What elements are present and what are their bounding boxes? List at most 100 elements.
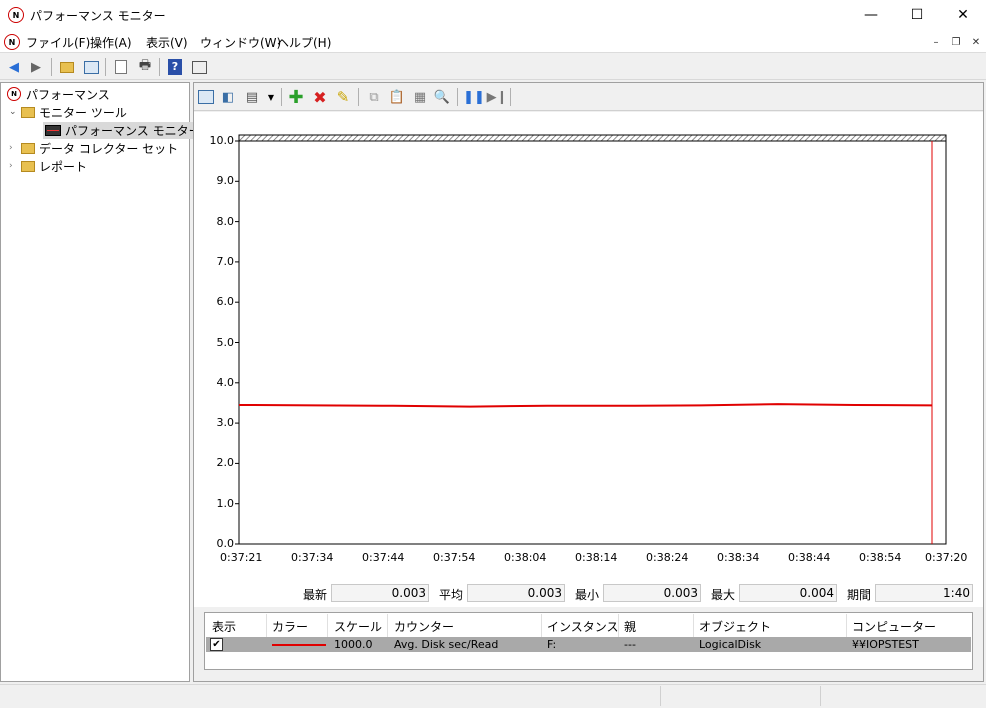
highlight-pencil-icon[interactable]: ✎: [334, 88, 352, 106]
maximize-button[interactable]: ☐: [894, 0, 940, 30]
row-computer: ¥¥IOPSTEST: [852, 638, 919, 651]
window-title: パフォーマンス モニター: [30, 9, 166, 23]
mdi-minimize-button[interactable]: –: [928, 34, 944, 50]
chevron-down-icon[interactable]: ⌄: [9, 107, 21, 117]
column-header-color[interactable]: カラー: [272, 618, 308, 635]
toolbar-separator: [510, 88, 511, 106]
column-divider[interactable]: [693, 614, 694, 638]
maximum-label: 最大: [711, 588, 736, 602]
duration-label: 期間: [847, 588, 872, 602]
toolbar-separator: [105, 58, 106, 76]
change-graph-type-icon[interactable]: ▤: [243, 88, 261, 106]
show-checkbox[interactable]: ✔: [210, 638, 223, 651]
y-tick-label: 0.0: [216, 537, 235, 550]
column-header-scale[interactable]: スケール: [334, 618, 382, 635]
plot-frame: [238, 140, 947, 545]
y-tick-label: 4.0: [216, 375, 235, 389]
tree-item-label: パフォーマンス: [26, 87, 110, 102]
column-header-show[interactable]: 表示: [212, 618, 236, 635]
column-divider[interactable]: [618, 614, 619, 638]
column-header-counter[interactable]: カウンター: [394, 618, 454, 635]
pause-icon[interactable]: ❚❚: [463, 88, 485, 106]
average-label: 平均: [439, 588, 464, 602]
y-tick-label: 9.0: [216, 174, 235, 188]
column-divider[interactable]: [266, 614, 267, 638]
copy-properties-icon[interactable]: ⧉: [365, 88, 383, 106]
perfmon-app-icon: N: [8, 7, 24, 23]
perfmon-icon: N: [7, 87, 21, 101]
tree-item-performance[interactable]: N パフォーマンス: [1, 85, 189, 103]
forward-arrow-icon[interactable]: ▶: [27, 58, 45, 76]
view-current-activity-icon[interactable]: [197, 88, 215, 106]
toolbar-separator: [51, 58, 52, 76]
mdi-restore-button[interactable]: ❐: [948, 34, 964, 50]
minimize-button[interactable]: —: [848, 0, 894, 30]
latest-value: 0.003: [331, 584, 429, 602]
tree-item-data-collector-sets[interactable]: › データ コレクター セット: [1, 139, 189, 157]
mdi-close-button[interactable]: ✕: [968, 34, 984, 50]
graph-time-bar: [238, 134, 947, 142]
y-tick-label: 8.0: [216, 214, 235, 228]
y-tick-label: 3.0: [216, 416, 235, 430]
y-tick-label: 10.0: [209, 134, 235, 147]
close-button[interactable]: ✕: [940, 0, 986, 30]
zoom-icon[interactable]: 🔍: [433, 88, 451, 106]
export-list-icon[interactable]: [112, 58, 130, 76]
latest-label: 最新: [303, 588, 328, 602]
help-icon[interactable]: ?: [166, 58, 184, 76]
system-menu-icon[interactable]: N: [4, 34, 20, 50]
column-divider[interactable]: [541, 614, 542, 638]
add-counter-icon[interactable]: ✚: [287, 87, 305, 108]
y-tick-label: 6.0: [216, 295, 235, 309]
chevron-right-icon[interactable]: ›: [9, 161, 21, 171]
row-object: LogicalDisk: [699, 638, 762, 651]
x-tick-label: 0:38:54: [859, 551, 902, 564]
x-tick-label: 0:37:34: [291, 551, 334, 564]
report-folder-icon: [21, 160, 35, 172]
x-tick-label: 0:37:44: [362, 551, 405, 564]
menu-file[interactable]: ファイル(F): [26, 34, 90, 51]
x-tick-label: 0:38:44: [788, 551, 831, 564]
print-icon[interactable]: 🖶: [136, 58, 154, 76]
x-tick-label: 0:38:24: [646, 551, 689, 564]
back-arrow-icon[interactable]: ◀: [5, 58, 23, 76]
toolbar-separator: [281, 88, 282, 106]
x-tick-label: 0:38:04: [504, 551, 547, 564]
performance-graph: [235, 134, 947, 545]
folder-icon: [21, 106, 35, 118]
y-tick-label: 2.0: [216, 456, 235, 470]
menu-help[interactable]: ヘルプ(H): [277, 34, 331, 51]
properties-icon[interactable]: [190, 58, 208, 76]
column-header-instance[interactable]: インスタンス: [547, 618, 619, 635]
up-folder-icon[interactable]: [58, 58, 76, 76]
column-divider[interactable]: [846, 614, 847, 638]
row-scale: 1000.0: [334, 638, 373, 651]
status-bar: [0, 684, 986, 708]
view-log-data-icon[interactable]: ◧: [219, 88, 237, 106]
tree-item-performance-monitor[interactable]: パフォーマンス モニター: [1, 121, 203, 139]
properties-icon[interactable]: ▦: [411, 88, 429, 106]
column-divider[interactable]: [327, 614, 328, 638]
show-hide-tree-icon[interactable]: [82, 58, 100, 76]
toolbar-separator: [457, 88, 458, 106]
folder-icon: [21, 142, 35, 154]
column-header-computer[interactable]: コンピューター: [852, 618, 936, 635]
menu-window[interactable]: ウィンドウ(W): [200, 34, 281, 51]
average-value: 0.003: [467, 584, 565, 602]
tree-item-reports[interactable]: › レポート: [1, 157, 189, 175]
dropdown-arrow-icon[interactable]: ▼: [262, 88, 280, 106]
x-tick-label: 0:37:20: [925, 551, 968, 564]
menu-view[interactable]: 表示(V): [146, 34, 188, 51]
delete-counter-icon[interactable]: ✖: [311, 88, 329, 107]
column-header-object[interactable]: オブジェクト: [699, 618, 771, 635]
y-tick-label: 5.0: [216, 335, 235, 349]
row-counter: Avg. Disk sec/Read: [394, 638, 499, 651]
column-header-parent[interactable]: 親: [624, 618, 636, 635]
row-instance: F:: [547, 638, 557, 651]
tree-item-monitor-tools[interactable]: ⌄ モニター ツール: [1, 103, 189, 121]
column-divider[interactable]: [387, 614, 388, 638]
update-data-icon[interactable]: ▶❙: [487, 88, 508, 106]
menu-action[interactable]: 操作(A): [90, 34, 132, 51]
paste-counter-list-icon[interactable]: 📋: [388, 88, 406, 106]
chevron-right-icon[interactable]: ›: [9, 143, 21, 153]
